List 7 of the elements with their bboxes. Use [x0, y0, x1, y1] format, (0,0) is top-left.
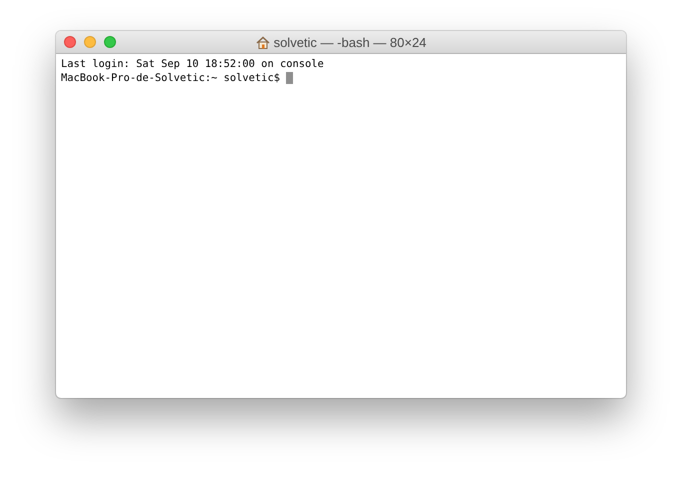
house-icon: [256, 36, 270, 48]
terminal-text: MacBook-Pro-de-Solvetic:~ solvetic$: [61, 71, 281, 85]
zoom-button[interactable]: [104, 36, 116, 48]
terminal-text: Last login: Sat Sep 10 18:52:00 on console: [61, 57, 324, 71]
window-title: solvetic — -bash — 80×24: [274, 34, 426, 52]
minimize-button[interactable]: [84, 36, 96, 48]
close-button[interactable]: [64, 36, 76, 48]
